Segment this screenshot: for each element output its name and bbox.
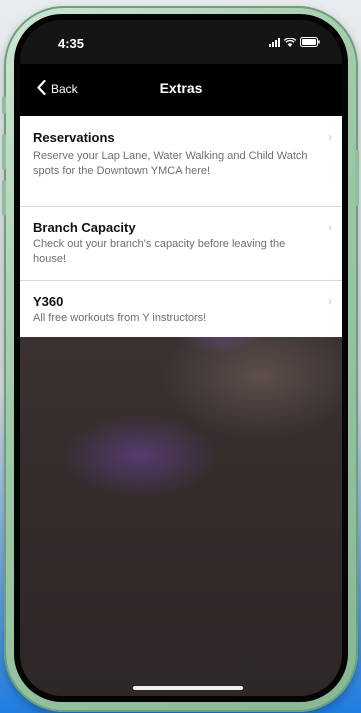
- list-item-description: Check out your branch's capacity before …: [33, 238, 286, 265]
- list-item-title: Y360: [33, 294, 64, 309]
- page-title: Extras: [159, 80, 203, 96]
- list-item-description: Reserve your Lap Lane, Water Walking and…: [33, 150, 308, 177]
- chevron-right-icon: ›: [328, 220, 332, 234]
- screen: 4:35 Back Extras Reservations Reserve yo…: [20, 20, 342, 696]
- extras-list: Reservations Reserve your Lap Lane, Wate…: [20, 116, 342, 337]
- background: 4:35 Back Extras Reservations Reserve yo…: [0, 0, 361, 713]
- list-item-description: All free workouts from Y instructors!: [33, 312, 207, 324]
- volume-down-button: [2, 180, 6, 216]
- home-indicator[interactable]: [133, 686, 243, 690]
- list-item-title: Reservations: [33, 130, 115, 145]
- volume-up-button: [2, 134, 6, 170]
- list-item-title: Branch Capacity: [33, 220, 136, 235]
- wifi-icon: [284, 37, 296, 47]
- mute-switch: [2, 96, 6, 114]
- signal-icon: [269, 37, 280, 47]
- status-time: 4:35: [58, 36, 85, 51]
- list-item-branch-capacity[interactable]: Branch Capacity Check out your branch's …: [20, 206, 342, 280]
- chevron-right-icon: ›: [328, 294, 332, 308]
- navigation-bar: Back Extras: [20, 64, 342, 116]
- power-button: [355, 150, 359, 206]
- status-icons: [269, 37, 320, 47]
- status-bar: 4:35: [20, 20, 342, 64]
- list-item-reservations[interactable]: Reservations Reserve your Lap Lane, Wate…: [20, 116, 342, 206]
- chevron-right-icon: ›: [328, 130, 332, 144]
- list-item-y360[interactable]: Y360 All free workouts from Y instructor…: [20, 280, 342, 337]
- battery-icon: [300, 37, 320, 47]
